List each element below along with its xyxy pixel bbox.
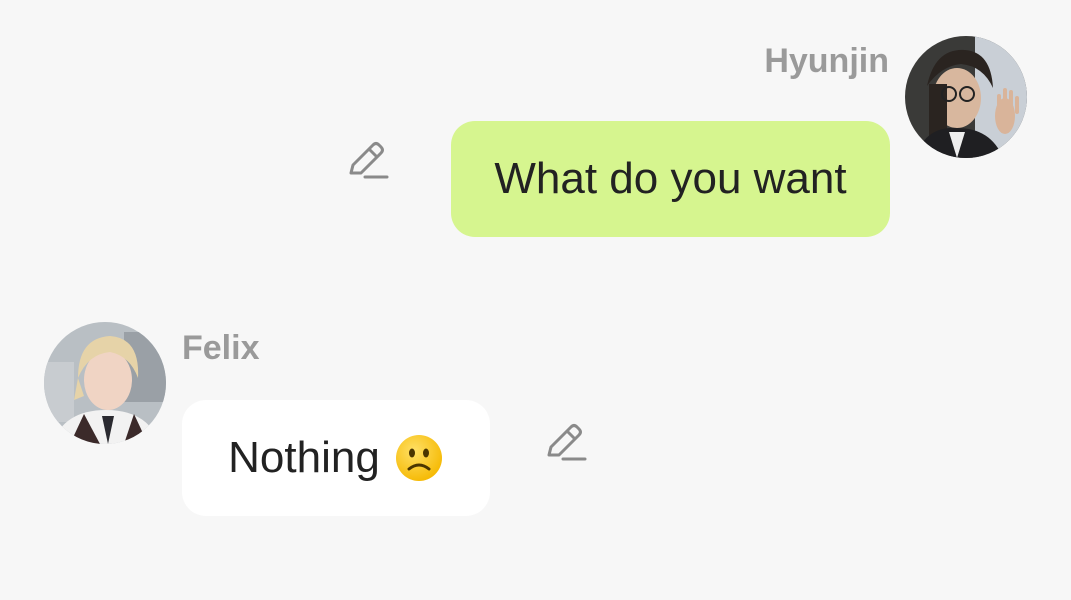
avatar-photo-icon — [44, 322, 166, 444]
edit-pencil-icon[interactable] — [543, 421, 587, 465]
pencil-icon — [349, 142, 389, 179]
avatar[interactable] — [44, 322, 166, 444]
pencil-icon — [547, 424, 587, 461]
message-bubble[interactable]: What do you want — [451, 121, 890, 237]
edit-pencil-icon[interactable] — [345, 139, 389, 183]
message-text: Nothing — [228, 433, 380, 482]
avatar-photo-icon — [905, 36, 1027, 158]
sender-name: Hyunjin — [764, 42, 889, 80]
slightly-frowning-face-icon — [394, 433, 444, 483]
message-text: What do you want — [494, 154, 847, 203]
avatar[interactable] — [905, 36, 1027, 158]
sender-name: Felix — [182, 329, 260, 367]
message-bubble[interactable]: Nothing — [182, 400, 490, 516]
